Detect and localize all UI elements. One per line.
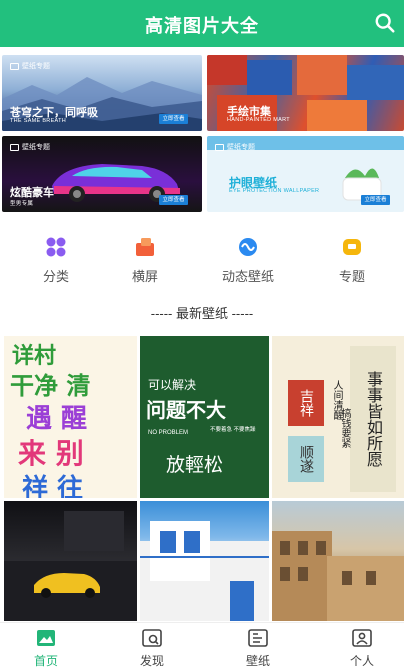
nav-label: 个人 <box>349 654 374 668</box>
banner-tag: 壁纸专题 <box>10 142 50 152</box>
wallpaper-text: NO PROBLEM <box>148 430 189 436</box>
app-header: 高清图片大全 <box>0 0 404 47</box>
wallpaper-text: 不要着急 不要焦躁 <box>210 427 256 433</box>
view-now-button[interactable]: 立即查看 <box>361 195 390 205</box>
category-classify[interactable]: 分类 <box>16 236 96 285</box>
landscape-icon <box>134 236 156 258</box>
view-now-button[interactable]: 立即查看 <box>159 195 188 205</box>
banner-subtitle: THE SAME BREATH <box>10 118 67 124</box>
wallpaper-text: 可以解决 <box>148 378 197 392</box>
app-title: 高清图片大全 <box>145 16 259 36</box>
banner-title: 炫酷豪车 <box>10 187 54 199</box>
wallpaper-text: 来 别 <box>18 437 84 470</box>
wallpaper-icon <box>248 629 268 647</box>
wallpaper-card[interactable]: 吉祥 顺遂 事事皆如所愿 人间清醒 搞钱要紧 <box>272 336 404 498</box>
wallpaper-tag-icon <box>10 62 19 70</box>
banner-tag: 壁纸专题 <box>215 142 255 152</box>
category-nav: 分类 横屏 动态壁纸 专题 <box>0 236 404 288</box>
topic-icon <box>341 236 363 258</box>
category-label: 分类 <box>42 269 69 284</box>
discover-icon <box>142 629 162 647</box>
building-illustration <box>272 531 404 621</box>
wallpaper-card[interactable]: 详村 干净 清 遇 醒 来 别 祥 往 <box>4 336 137 498</box>
category-label: 动态壁纸 <box>221 269 274 284</box>
section-title: ----- 最新壁纸 ----- <box>150 306 254 321</box>
category-topic[interactable]: 专题 <box>312 236 392 285</box>
bottom-nav: 首页 发现 壁纸 个人 <box>0 622 404 671</box>
wallpaper-tag-icon <box>10 143 19 151</box>
nav-wallpaper[interactable]: 壁纸 <box>228 629 288 669</box>
wallpaper-text: 顺遂 <box>288 436 324 482</box>
nav-label: 壁纸 <box>245 654 270 668</box>
view-now-button[interactable]: 立即查看 <box>159 114 188 124</box>
nav-discover[interactable]: 发现 <box>122 629 182 669</box>
banner-subtitle: 型男专属 <box>10 201 34 207</box>
search-button[interactable] <box>374 12 398 36</box>
wallpaper-text: 祥 往 <box>22 474 84 498</box>
wallpaper-text: 搞钱要紧 <box>339 408 350 448</box>
banner-subtitle: HAND-PAINTED MART <box>227 117 290 123</box>
wallpaper-text: 遇 醒 <box>26 404 88 434</box>
user-icon <box>352 629 372 647</box>
image-icon <box>36 629 56 647</box>
nav-label: 发现 <box>139 654 164 668</box>
balcony-illustration <box>140 521 269 621</box>
banner-subtitle: EYE PROTECTION WALLPAPER <box>229 188 320 194</box>
banner-cool-cars[interactable]: 壁纸专题 炫酷豪车 型男专属 立即查看 <box>2 136 202 212</box>
wallpaper-text: 吉祥 <box>288 380 324 426</box>
category-dynamic[interactable]: 动态壁纸 <box>208 236 288 285</box>
banner-same-breath[interactable]: 壁纸专题 苍穹之下，同呼吸 THE SAME BREATH 立即查看 <box>2 55 202 131</box>
wallpaper-text: 放輕松 <box>166 454 224 476</box>
wallpaper-card[interactable] <box>272 501 404 621</box>
wallpaper-text: 问题不大 <box>146 400 226 422</box>
banner-tag: 壁纸专题 <box>10 61 50 71</box>
dynamic-icon <box>237 236 259 258</box>
banner-hand-painted[interactable]: 手绘市集 HAND-PAINTED MART <box>207 55 404 131</box>
wallpaper-text: 事事皆如所愿 <box>350 346 396 492</box>
grid-icon <box>45 236 67 258</box>
wallpaper-tag-icon <box>215 143 224 151</box>
search-icon <box>375 13 395 33</box>
category-label: 横屏 <box>131 269 158 284</box>
wallpaper-card[interactable] <box>140 501 269 621</box>
wallpaper-card[interactable]: 可以解决 问题不大 NO PROBLEM 不要着急 不要焦躁 放輕松 <box>140 336 269 498</box>
category-landscape[interactable]: 横屏 <box>105 236 185 285</box>
nav-label: 首页 <box>33 654 58 668</box>
wallpaper-text: 干净 清 <box>10 371 91 400</box>
nav-profile[interactable]: 个人 <box>332 629 392 669</box>
banner-eye-protection[interactable]: 壁纸专题 护眼壁纸 EYE PROTECTION WALLPAPER 立即查看 <box>207 136 404 212</box>
nav-home[interactable]: 首页 <box>16 629 76 669</box>
wallpaper-card[interactable] <box>4 501 137 621</box>
category-label: 专题 <box>338 269 365 284</box>
night-street-illustration <box>4 511 137 621</box>
